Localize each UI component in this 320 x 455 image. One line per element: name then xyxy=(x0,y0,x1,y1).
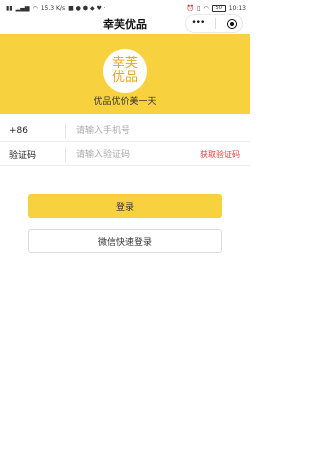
logo-text-bottom: 优品 xyxy=(111,70,138,85)
clock: 10:13 xyxy=(228,4,246,12)
mini-program-capsule: ••• xyxy=(185,14,243,33)
net-speed: 15.3 K/s xyxy=(40,4,66,12)
status-right: ⏰ ▯ ◠ 50 10:13 xyxy=(186,4,246,12)
logo: 幸芙 优品 xyxy=(103,49,147,93)
page-title: 幸芙优品 xyxy=(103,18,147,31)
notification-icon: ■ ● ⬢ ◆ ♥ · xyxy=(68,4,106,12)
phone-row: +86 xyxy=(0,120,250,142)
brand-header: 幸芙 优品 优品优价美一天 xyxy=(0,34,250,114)
vibrate-icon: ▯ xyxy=(197,4,201,12)
get-code-button[interactable]: 获取验证码 xyxy=(200,149,250,160)
code-row: 验证码 获取验证码 xyxy=(0,144,250,166)
login-button[interactable]: 登录 xyxy=(28,194,222,218)
nav-bar: 幸芙优品 ••• xyxy=(0,14,250,34)
status-left: ▮▮ ▂▄▆ ◠ 15.3 K/s ■ ● ⬢ ◆ ♥ · xyxy=(6,5,106,12)
sim-icon: ▮▮ xyxy=(6,4,13,12)
logo-text-top: 幸芙 xyxy=(111,56,138,71)
wifi-icon: ◠ xyxy=(203,4,209,12)
battery-icon: 50 xyxy=(211,4,226,12)
capsule-divider xyxy=(214,18,216,29)
signal-icon: ▂▄▆ xyxy=(15,4,30,12)
alarm-icon: ⏰ xyxy=(186,4,195,12)
tagline: 优品优价美一天 xyxy=(93,97,157,107)
country-code-label: +86 xyxy=(9,125,28,136)
code-input[interactable] xyxy=(66,144,200,165)
login-page: ▮▮ ▂▄▆ ◠ 15.3 K/s ■ ● ⬢ ◆ ♥ · ⏰ ▯ ◠ 50 1… xyxy=(0,0,250,455)
close-miniprogram-icon[interactable] xyxy=(226,18,237,29)
code-label: 验证码 xyxy=(9,151,37,161)
phone-input[interactable] xyxy=(66,120,250,141)
wifi-icon: ◠ xyxy=(32,4,38,12)
wechat-login-button[interactable]: 微信快速登录 xyxy=(28,229,222,253)
more-icon[interactable]: ••• xyxy=(191,19,205,28)
